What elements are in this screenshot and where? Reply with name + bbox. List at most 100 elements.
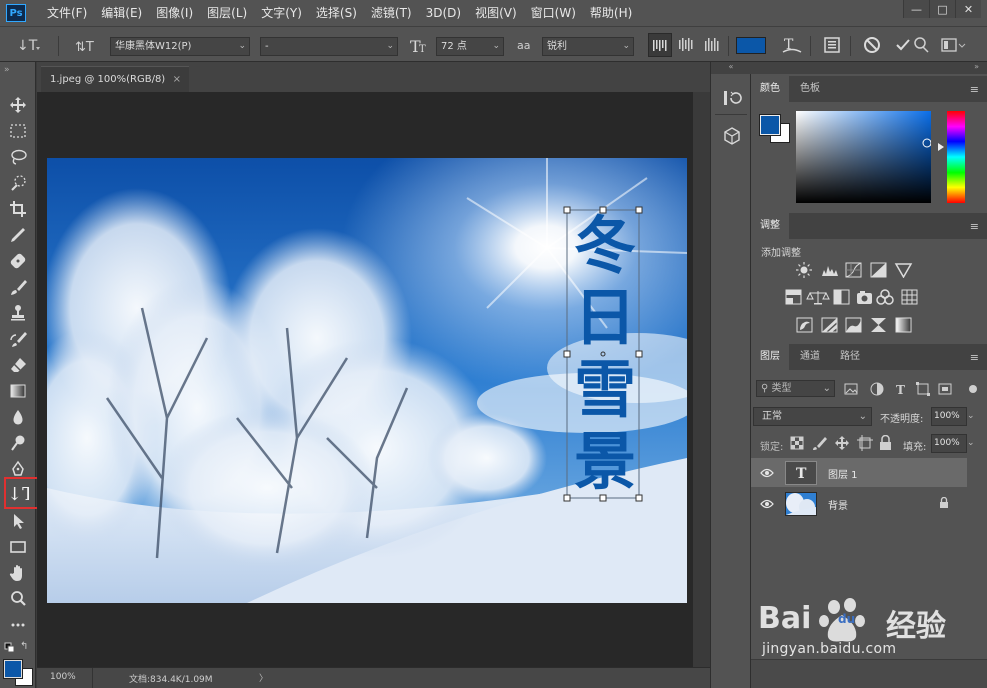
vertical-scrollbar[interactable] [693,92,710,667]
baidu-watermark: Bai du 经验 jingyan.baidu.com [758,595,984,661]
font-style-select[interactable]: - ⌄ [260,37,398,56]
hue-slider[interactable] [947,111,965,203]
blur-tool-icon[interactable] [7,406,29,428]
menu-window[interactable]: 窗口(W) [524,0,583,26]
layer-row-background[interactable]: 背景 [751,489,967,518]
search-icon: ⚲ [761,383,772,394]
document-size: 文档:834.4K/1.09M [129,675,213,685]
tab-adjustments[interactable]: 调整 [751,213,789,239]
collapse-arrows-icon[interactable]: » [4,65,10,75]
warp-text-icon[interactable]: T [781,34,803,56]
lock-image-pixels-icon [813,437,827,450]
layer-row-text[interactable]: T 图层 1 [751,458,967,487]
menu-image[interactable]: 图像(I) [149,0,200,26]
transform-bounding-box[interactable] [47,158,687,603]
color-fg-swatch[interactable] [759,114,781,136]
add-adjustment-label: 添加调整 [761,248,801,259]
maximize-button[interactable]: □ [929,0,955,18]
text-orientation-icon[interactable]: ⇅T [74,37,94,55]
menu-view[interactable]: 视图(V) [468,0,524,26]
more-tools-icon[interactable] [7,614,29,636]
eye-icon[interactable] [760,467,774,481]
eraser-tool-icon[interactable] [7,354,29,376]
eye-icon[interactable] [760,498,774,512]
chevron-down-icon[interactable]: ⌄ [967,407,975,426]
tool-preset-icon[interactable]: ↓T [14,35,42,55]
foreground-color-swatch[interactable] [3,659,23,679]
lasso-tool-icon[interactable] [7,146,29,168]
blend-mode-select[interactable]: 正常 ⌄ [753,407,872,426]
status-menu-arrow[interactable]: 〉 [259,671,268,684]
rectangle-tool-icon[interactable] [7,536,29,558]
history-brush-tool-icon[interactable] [7,328,29,350]
hand-tool-icon[interactable] [7,562,29,584]
layer-name[interactable]: 图层 1 [828,466,858,481]
panel-menu-icon[interactable]: ≡ [970,83,979,96]
gradient-tool-icon[interactable] [7,380,29,402]
channel-mixer-icon [876,289,894,305]
path-selection-tool-icon[interactable] [7,510,29,532]
chevron-down-icon[interactable]: ⌄ [967,434,975,453]
color-picker-field[interactable] [796,111,931,203]
marquee-tool-icon[interactable] [7,120,29,142]
healing-brush-tool-icon[interactable] [7,250,29,272]
font-family-select[interactable]: 华康黑体W12(P) ⌄ [110,37,250,56]
crop-tool-icon[interactable] [7,198,29,220]
tab-swatches[interactable]: 色板 [791,76,829,102]
canvas-image[interactable]: 冬 日 雪 景 [47,158,687,603]
eyedropper-tool-icon[interactable] [7,224,29,246]
window-controls: — □ ✕ [903,0,981,18]
workspace-icon[interactable] [940,36,966,54]
antialias-select[interactable]: 锐利 ⌄ [542,37,634,56]
menu-file[interactable]: 文件(F) [40,0,94,26]
panel-menu-icon[interactable]: ≡ [970,351,979,364]
tab-paths[interactable]: 路径 [831,344,869,370]
text-color-swatch[interactable] [736,37,766,54]
menu-edit[interactable]: 编辑(E) [94,0,149,26]
zoom-tool-icon[interactable] [7,588,29,610]
tab-layers[interactable]: 图层 [751,344,789,370]
menu-3d[interactable]: 3D(D) [419,0,468,26]
commit-check-icon[interactable] [894,36,912,54]
3d-cube-panel-icon[interactable] [722,126,742,149]
quick-select-tool-icon[interactable] [7,172,29,194]
hue-slider-thumb[interactable] [938,143,944,151]
move-tool-icon[interactable] [7,94,29,116]
align-right-button[interactable] [701,33,723,57]
tab-channels[interactable]: 通道 [791,344,829,370]
cancel-icon[interactable] [862,35,882,55]
document-tab[interactable]: 1.jpeg @ 100%(RGB/8) × [41,66,189,92]
filter-type-icon: T [896,383,905,397]
align-left-button[interactable] [648,33,672,57]
menu-layer[interactable]: 图层(L) [200,0,254,26]
clone-stamp-tool-icon[interactable] [7,302,29,324]
fill-input[interactable]: 100% [931,434,967,453]
history-panel-icon[interactable] [722,88,742,111]
collapse-arrows-icon[interactable]: » [751,62,987,74]
search-icon[interactable] [912,36,930,54]
layer-name[interactable]: 背景 [828,497,848,512]
close-button[interactable]: ✕ [955,0,981,18]
align-center-button[interactable] [675,33,697,57]
brush-tool-icon[interactable] [7,276,29,298]
opacity-input[interactable]: 100% [931,407,967,426]
swap-colors-icon[interactable]: ↰ [20,641,28,652]
collapse-arrows-icon[interactable]: « [711,62,751,74]
color-lookup-icon [901,289,918,305]
minimize-button[interactable]: — [903,0,929,18]
image-layer-thumbnail [785,492,817,516]
adjustment-row-1 [796,262,921,281]
menu-filter[interactable]: 滤镜(T) [364,0,419,26]
zoom-level[interactable]: 100% [50,672,76,682]
panel-menu-icon[interactable]: ≡ [970,220,979,233]
layer-filter-select[interactable]: ⚲ 类型 ⌄ [756,380,835,397]
menu-select[interactable]: 选择(S) [309,0,364,26]
font-size-select[interactable]: 72 点 ⌄ [436,37,504,56]
character-panel-icon[interactable] [822,35,842,55]
close-tab-icon[interactable]: × [173,67,181,93]
menu-type[interactable]: 文字(Y) [254,0,309,26]
dodge-tool-icon[interactable] [7,432,29,454]
tab-color[interactable]: 颜色 [751,76,789,102]
menu-help[interactable]: 帮助(H) [583,0,639,26]
default-colors-icon[interactable] [4,642,16,657]
